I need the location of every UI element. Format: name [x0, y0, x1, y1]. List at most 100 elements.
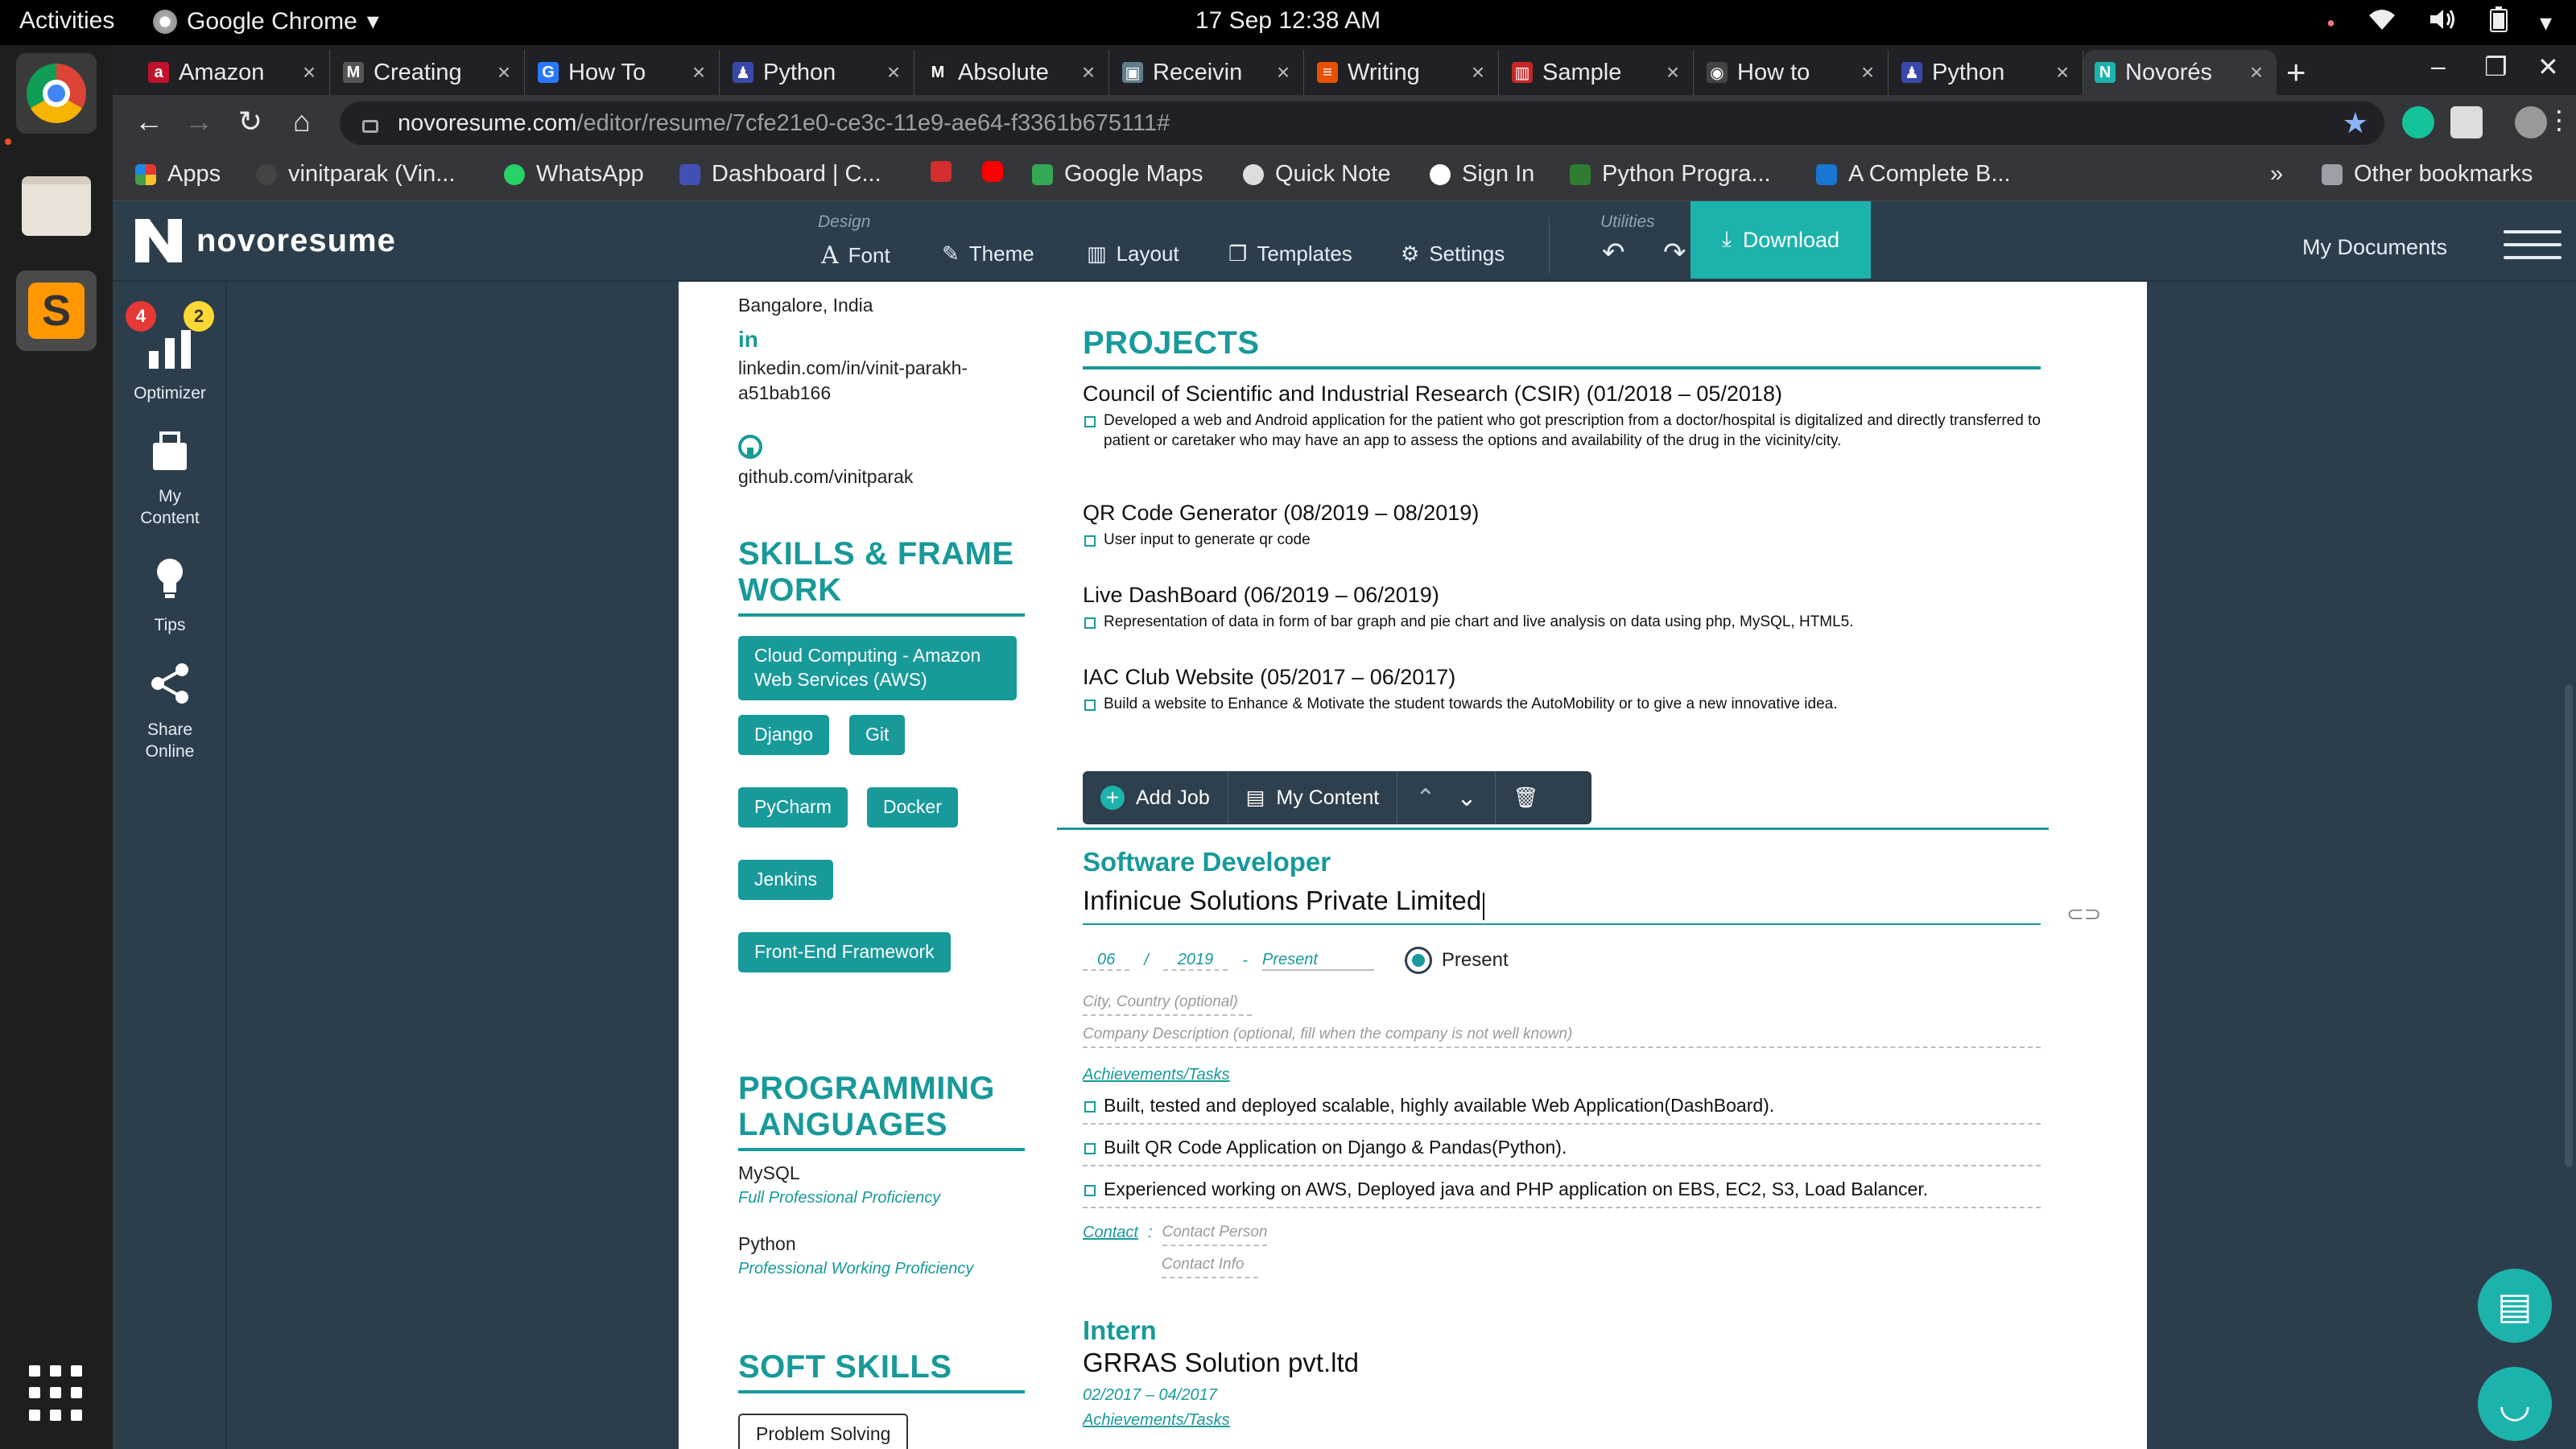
tab-writing[interactable]: ≡ Writing × — [1306, 50, 1499, 95]
soft-skills-section-header[interactable]: SOFT SKILLS — [738, 1349, 1025, 1393]
skills-section-header[interactable]: SKILLS & FRAME WORK — [738, 536, 1025, 617]
address-bar[interactable]: novoresume.com/editor/resume/7cfe21e0-ce… — [340, 101, 2384, 145]
download-button[interactable]: ⤓ Download — [1690, 201, 1871, 279]
present-radio[interactable]: Present — [1404, 947, 1509, 974]
bookmark-apps[interactable]: Apps — [135, 161, 221, 188]
move-up-icon[interactable]: ⌃ — [1415, 784, 1435, 812]
close-icon[interactable]: × — [1469, 60, 1487, 85]
tab-novoresume[interactable]: N Novorés × — [2083, 50, 2277, 95]
skill-tag[interactable]: Cloud Computing - Amazon Web Services (A… — [738, 636, 1017, 700]
job-title-field[interactable]: Software Developer — [1083, 847, 2041, 877]
projects-section-header[interactable]: PROJECTS — [1083, 325, 2041, 369]
close-icon[interactable]: × — [1274, 60, 1292, 85]
task-item[interactable]: Built QR Code Application on Django & Pa… — [1083, 1137, 2041, 1166]
contact-person-field[interactable]: Contact Person — [1162, 1224, 1268, 1246]
chrome-menu-icon[interactable]: ⋮ — [2539, 105, 2576, 135]
home-button[interactable]: ⌂ — [282, 105, 322, 138]
back-button[interactable]: ← — [129, 105, 169, 138]
bookmark-whatsapp[interactable]: WhatsApp — [504, 161, 644, 188]
github-entry[interactable]: github.com/vinitparak — [738, 435, 1025, 489]
city-country-field[interactable]: City, Country (optional) — [1083, 993, 1252, 1016]
bookmark-youtube[interactable] — [982, 161, 1003, 182]
bookmarks-overflow-button[interactable]: » — [2270, 161, 2283, 188]
bookmark-google-maps[interactable]: Google Maps — [1032, 161, 1203, 188]
feedback-button[interactable]: ▤ — [2478, 1269, 2552, 1343]
company-description-field[interactable]: Company Description (optional, fill when… — [1083, 1026, 2041, 1048]
sidebar-share[interactable]: Share Online — [113, 662, 227, 763]
new-tab-button[interactable]: + — [2286, 53, 2306, 92]
reload-button[interactable]: ↻ — [230, 105, 270, 138]
bookmark-gmail[interactable] — [931, 161, 952, 182]
tab-absolute[interactable]: M Absolute × — [916, 50, 1109, 95]
bookmark-python-progra[interactable]: Python Progra... — [1570, 161, 1771, 188]
my-documents-link[interactable]: My Documents — [2302, 235, 2447, 260]
delete-job-button[interactable]: 🗑 — [1496, 771, 1557, 824]
project-item[interactable]: QR Code Generator (08/2019 – 08/2019) Us… — [1083, 501, 2041, 551]
chat-support-button[interactable]: ◡ — [2478, 1367, 2552, 1441]
bookmark-dashboard[interactable]: Dashboard | C... — [679, 161, 881, 188]
tab-amazon[interactable]: a Amazon × — [137, 50, 330, 95]
sidebar-tips[interactable]: Tips — [113, 557, 227, 636]
job-entry-intern[interactable]: Intern GRRAS Solution pvt.ltd 02/2017 – … — [1083, 1315, 2041, 1430]
task-item[interactable]: Built, tested and deployed scalable, hig… — [1083, 1095, 2041, 1125]
achievements-label[interactable]: Achievements/Tasks — [1083, 1066, 2041, 1084]
page-scrollbar[interactable] — [2565, 684, 2573, 1167]
system-tray[interactable]: ● ▾ — [2326, 6, 2552, 39]
close-icon[interactable]: × — [690, 60, 708, 85]
close-icon[interactable]: × — [885, 60, 902, 85]
bookmark-complete[interactable]: A Complete B... — [1816, 161, 2011, 188]
language-item[interactable]: Python Professional Working Proficiency — [738, 1233, 1025, 1278]
languages-section-header[interactable]: PROGRAMMING LANGUAGES — [738, 1071, 1025, 1151]
linkedin-entry[interactable]: in linkedin.com/in/vinit-parakh-a51bab16… — [738, 328, 1025, 406]
link-icon[interactable]: ⊂⊃ — [2066, 902, 2102, 927]
contact-label[interactable]: Contact — [1083, 1224, 1138, 1246]
project-item[interactable]: IAC Club Website (05/2017 – 06/2017) Bui… — [1083, 665, 2041, 715]
tab-python[interactable]: ♟ Python × — [721, 50, 914, 95]
dock-sublime-text[interactable]: S — [16, 270, 97, 351]
redo-button[interactable]: ↷ — [1663, 237, 1686, 269]
clock[interactable]: 17 Sep 12:38 AM — [0, 7, 2576, 35]
add-job-button[interactable]: + Add Job — [1083, 771, 1228, 824]
close-icon[interactable]: × — [2054, 60, 2071, 85]
project-item[interactable]: Council of Scientific and Industrial Res… — [1083, 382, 2041, 451]
grammarly-extension-icon[interactable] — [2402, 106, 2434, 138]
theme-menu[interactable]: ✎ Theme — [942, 242, 1034, 266]
tab-how-to-2[interactable]: ◉ How to × — [1695, 50, 1889, 95]
start-month-field[interactable]: 06 — [1083, 951, 1130, 971]
sidebar-optimizer[interactable]: 4 2 Optimizer — [113, 298, 227, 404]
forward-button[interactable]: → — [179, 105, 219, 138]
close-icon[interactable]: × — [1080, 60, 1097, 85]
extension-icon[interactable] — [2450, 106, 2483, 138]
close-icon[interactable]: × — [2248, 60, 2265, 85]
tab-how-to[interactable]: G How To × — [526, 50, 720, 95]
hamburger-menu-icon[interactable] — [2504, 230, 2562, 269]
close-icon[interactable]: × — [300, 60, 318, 85]
undo-button[interactable]: ↶ — [1602, 237, 1625, 269]
project-item[interactable]: Live DashBoard (06/2019 – 06/2019) Repre… — [1083, 583, 2041, 633]
location[interactable]: Bangalore, India — [738, 293, 1025, 318]
templates-menu[interactable]: ❐ Templates — [1228, 242, 1352, 266]
maximize-button[interactable]: ❐ — [2484, 52, 2508, 82]
tab-creating[interactable]: M Creating × — [332, 50, 525, 95]
my-content-button[interactable]: ▤ My Content — [1228, 771, 1398, 824]
move-down-icon[interactable]: ⌄ — [1456, 784, 1476, 812]
dock-chrome[interactable] — [16, 53, 97, 134]
close-icon[interactable]: × — [495, 60, 513, 85]
novoresume-logo[interactable]: novoresume — [135, 219, 396, 262]
skill-tag[interactable]: Docker — [867, 787, 958, 828]
bookmark-other[interactable]: Other bookmarks — [2322, 161, 2533, 188]
skill-tag[interactable]: Front-End Framework — [738, 932, 951, 972]
bookmark-star-icon[interactable]: ★ — [2343, 106, 2368, 140]
show-applications-icon[interactable] — [29, 1365, 85, 1422]
layout-menu[interactable]: ▥ Layout — [1087, 242, 1179, 266]
language-item[interactable]: MySQL Full Professional Proficiency — [738, 1162, 1025, 1208]
contact-info-field[interactable]: Contact Info — [1162, 1256, 1258, 1278]
close-icon[interactable]: × — [1859, 60, 1876, 85]
window-close-button[interactable]: ✕ — [2537, 52, 2559, 82]
tab-receiving[interactable]: ▣ Receivin × — [1111, 50, 1304, 95]
bookmark-quick-note[interactable]: Quick Note — [1243, 161, 1390, 188]
bookmark-sign-in[interactable]: Sign In — [1430, 161, 1534, 188]
skill-tag[interactable]: Git — [849, 715, 906, 755]
skill-tag[interactable]: Jenkins — [738, 860, 833, 900]
tab-sample[interactable]: ▥ Sample × — [1501, 50, 1694, 95]
